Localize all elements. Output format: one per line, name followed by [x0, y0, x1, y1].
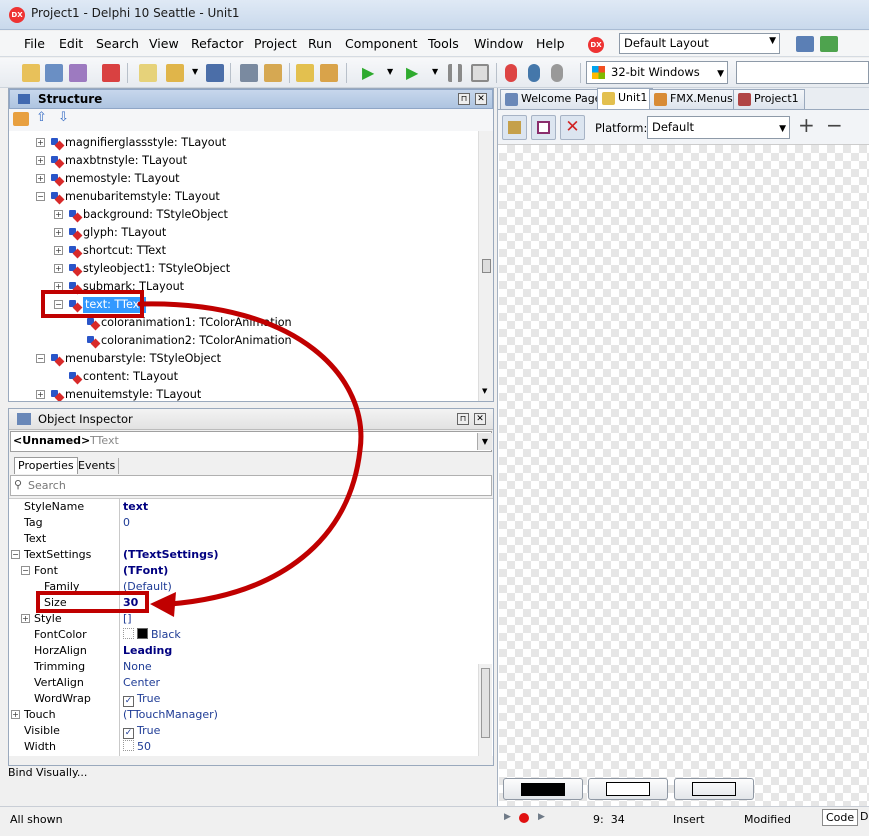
- annotation-arrow: [137, 301, 364, 617]
